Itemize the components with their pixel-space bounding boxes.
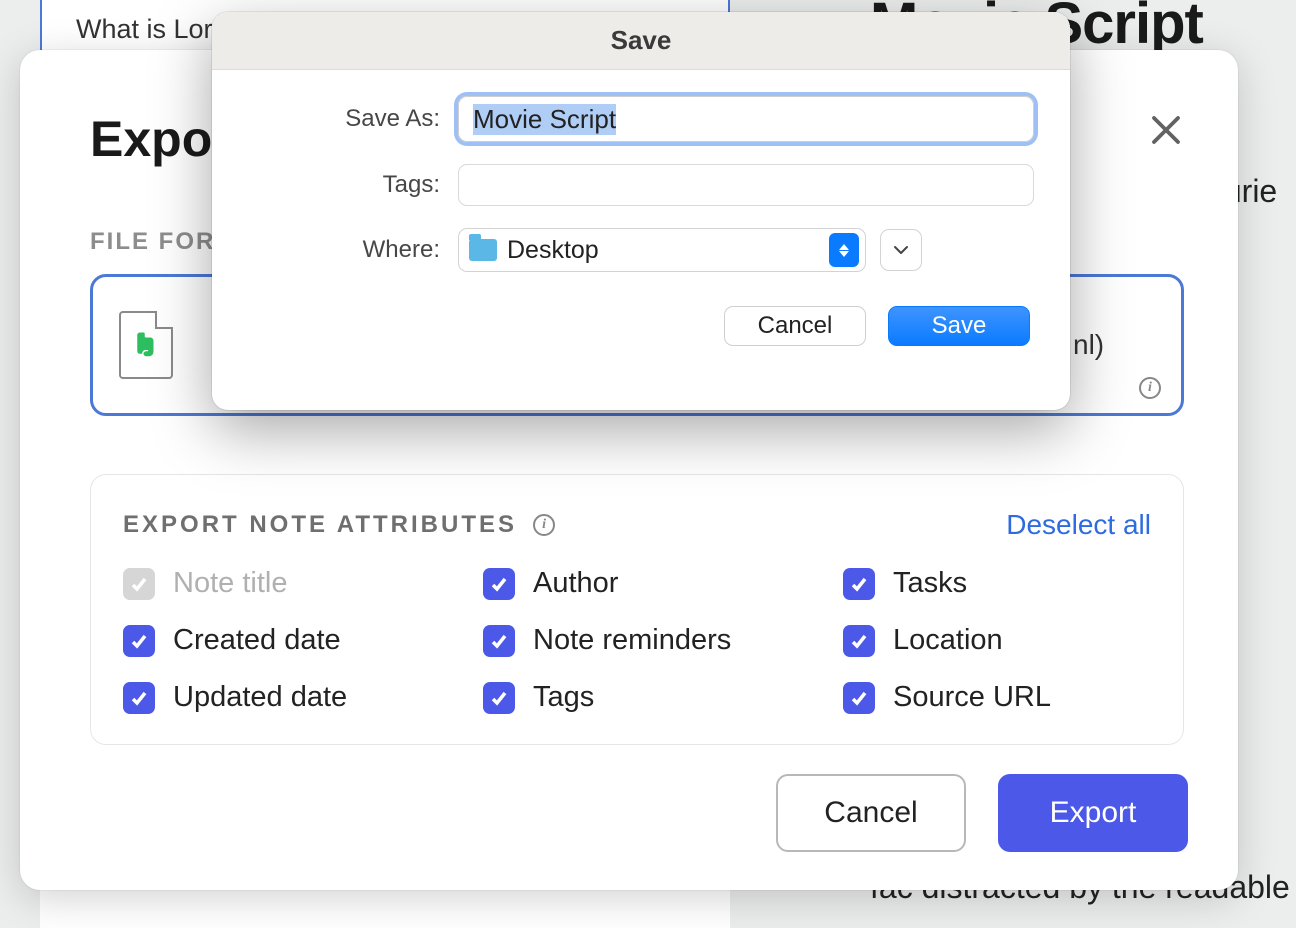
- checkbox-icon: [483, 568, 515, 600]
- attribute-label: Created date: [173, 624, 341, 657]
- attribute-checkbox[interactable]: Tasks: [843, 567, 1143, 600]
- checkbox-icon: [123, 568, 155, 600]
- info-icon[interactable]: i: [533, 514, 555, 536]
- attribute-checkbox[interactable]: Updated date: [123, 681, 483, 714]
- folder-icon: [469, 239, 497, 261]
- save-titlebar: Save: [212, 12, 1070, 70]
- attribute-checkbox[interactable]: Note reminders: [483, 624, 843, 657]
- attribute-checkbox[interactable]: Author: [483, 567, 843, 600]
- checkbox-icon: [843, 682, 875, 714]
- save-sheet: Save Save As: Movie Script Tags: Where: …: [212, 12, 1070, 410]
- save-cancel-button[interactable]: Cancel: [724, 306, 866, 346]
- checkbox-icon: [483, 625, 515, 657]
- where-select[interactable]: Desktop: [458, 228, 866, 272]
- save-as-value: Movie Script: [473, 104, 616, 135]
- export-attributes-label: EXPORT NOTE ATTRIBUTES: [123, 511, 517, 539]
- where-label: Where:: [248, 236, 458, 264]
- attribute-label: Note reminders: [533, 624, 731, 657]
- deselect-all-button[interactable]: Deselect all: [1006, 509, 1151, 541]
- updown-arrows-icon: [829, 233, 859, 267]
- save-as-label: Save As:: [248, 105, 458, 133]
- tags-label: Tags:: [248, 171, 458, 199]
- checkbox-icon: [123, 682, 155, 714]
- where-value: Desktop: [507, 236, 819, 265]
- save-title: Save: [611, 25, 672, 56]
- file-format-suffix: nl): [1073, 329, 1104, 361]
- checkbox-icon: [483, 682, 515, 714]
- save-confirm-button[interactable]: Save: [888, 306, 1030, 346]
- evernote-file-icon: [119, 311, 173, 379]
- attribute-checkbox: Note title: [123, 567, 483, 600]
- attribute-label: Tags: [533, 681, 594, 714]
- attribute-label: Note title: [173, 567, 287, 600]
- tags-input[interactable]: [458, 164, 1034, 206]
- export-attributes-card: EXPORT NOTE ATTRIBUTES i Deselect all No…: [90, 474, 1184, 745]
- attribute-checkbox[interactable]: Created date: [123, 624, 483, 657]
- cancel-button[interactable]: Cancel: [776, 774, 966, 852]
- attribute-checkbox[interactable]: Location: [843, 624, 1143, 657]
- attribute-label: Updated date: [173, 681, 347, 714]
- checkbox-icon: [843, 568, 875, 600]
- export-button[interactable]: Export: [998, 774, 1188, 852]
- info-icon[interactable]: i: [1139, 377, 1161, 399]
- checkbox-icon: [123, 625, 155, 657]
- checkbox-icon: [843, 625, 875, 657]
- attribute-checkbox[interactable]: Tags: [483, 681, 843, 714]
- expand-button[interactable]: [880, 229, 922, 271]
- attribute-label: Tasks: [893, 567, 967, 600]
- attribute-label: Author: [533, 567, 618, 600]
- save-as-input[interactable]: Movie Script: [458, 96, 1034, 142]
- close-icon[interactable]: [1148, 112, 1184, 148]
- attribute-label: Location: [893, 624, 1003, 657]
- attribute-label: Source URL: [893, 681, 1051, 714]
- attribute-checkbox[interactable]: Source URL: [843, 681, 1143, 714]
